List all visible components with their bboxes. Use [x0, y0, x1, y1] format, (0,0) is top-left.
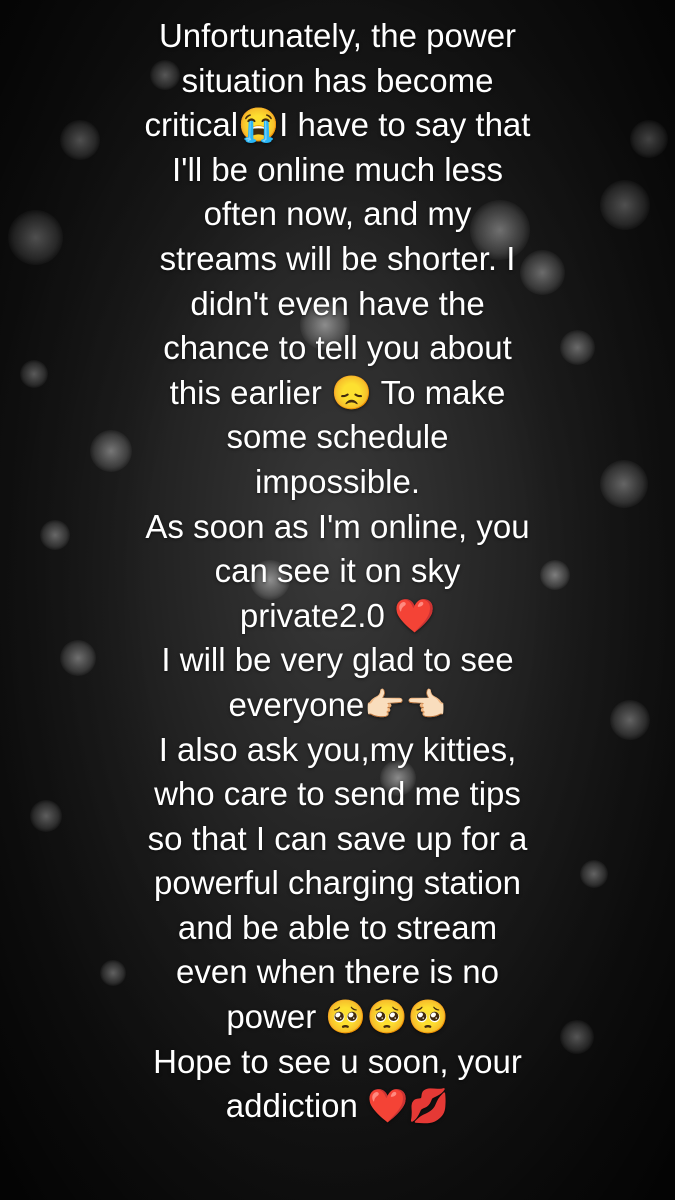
story-screen: Unfortunately, the power situation has b…	[0, 0, 675, 1200]
caption-line: powerful charging station	[154, 864, 521, 902]
caption-line: who care to send me tips	[154, 775, 521, 813]
caption-line: Hope to see u soon, your	[153, 1042, 522, 1080]
caption-line: so that I can save up for a	[147, 819, 528, 857]
caption-line: I'll be online much less	[172, 150, 503, 188]
caption-line: impossible.	[254, 462, 421, 500]
caption-line: even when there is no	[176, 953, 499, 991]
caption-line: I also ask you,my kitties,	[158, 730, 517, 768]
caption-line: private2.0 ❤️	[239, 596, 436, 634]
caption-line: As soon as I'm online, you	[145, 507, 530, 545]
caption-line: and be able to stream	[177, 908, 498, 946]
caption-line: streams will be shorter. I	[159, 239, 516, 277]
caption-line: critical😭I have to say that	[144, 106, 531, 144]
caption-line: I will be very glad to see	[161, 641, 514, 679]
caption-line: everyone👉🏻👈🏻	[228, 685, 447, 723]
caption-line: can see it on sky	[214, 552, 461, 590]
caption-line: chance to tell you about	[163, 329, 512, 367]
story-caption: Unfortunately, the power situation has b…	[0, 14, 675, 1129]
caption-line: often now, and my	[203, 195, 472, 233]
caption-line: this earlier 😞 To make	[169, 373, 506, 411]
caption-line: Unfortunately, the power	[158, 17, 517, 54]
caption-line: didn't even have the	[190, 284, 485, 322]
caption-line: power 🥺🥺🥺	[226, 998, 449, 1036]
caption-line: some schedule	[226, 418, 449, 456]
caption-line: situation has become	[181, 61, 494, 99]
caption-line: addiction ❤️💋	[225, 1087, 450, 1125]
